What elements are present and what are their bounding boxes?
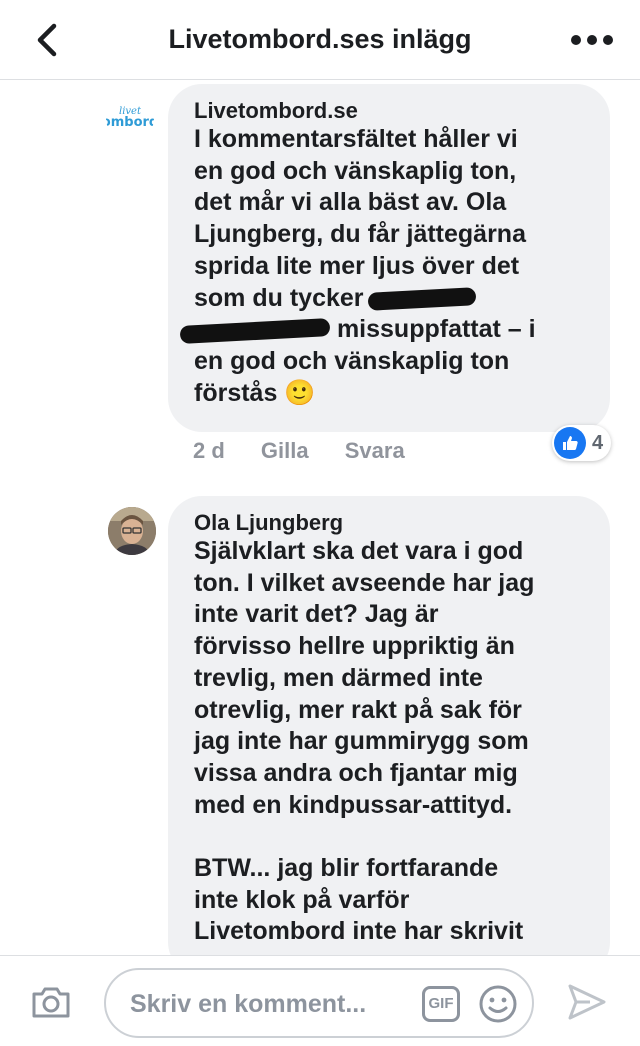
- smiley-emoji: 🙂: [284, 378, 316, 407]
- page-avatar[interactable]: livet ombord: [106, 94, 154, 142]
- like-reaction-icon: [554, 427, 586, 459]
- comment-input-placeholder: Skriv en komment...: [130, 990, 367, 1018]
- comment-input[interactable]: Skriv en komment... GIF: [104, 968, 534, 1038]
- reaction-summary[interactable]: 4: [552, 425, 612, 461]
- redaction-mark: [179, 317, 331, 344]
- reaction-count: 4: [592, 431, 604, 454]
- comment-bubble[interactable]: Ola Ljungberg Självklart ska det vara i …: [168, 496, 610, 976]
- comment-author[interactable]: Livetombord.se: [194, 98, 584, 124]
- send-icon[interactable]: [566, 982, 608, 1022]
- emoji-icon[interactable]: [478, 984, 518, 1024]
- page-title: Livetombord.ses inlägg: [168, 24, 472, 54]
- user-avatar[interactable]: [108, 507, 156, 555]
- gif-button[interactable]: GIF: [422, 986, 460, 1022]
- comment-text: I kommentarsfältet håller vi en god och …: [179, 124, 584, 409]
- livetombord-logo: livet ombord: [106, 106, 154, 130]
- comment-actions: 2 d Gilla Svara: [193, 438, 435, 464]
- comment-composer: Skriv en komment... GIF: [0, 955, 640, 1046]
- redaction-mark: [367, 287, 476, 311]
- profile-photo: [108, 507, 156, 555]
- svg-text:ombord: ombord: [106, 115, 154, 130]
- comment-author[interactable]: Ola Ljungberg: [194, 510, 584, 536]
- comment-timestamp: 2 d: [193, 438, 225, 463]
- camera-icon[interactable]: [30, 984, 72, 1020]
- comment-text: Självklart ska det vara i god ton. I vil…: [194, 537, 535, 946]
- reply-button[interactable]: Svara: [345, 438, 405, 463]
- more-options-icon[interactable]: [570, 30, 614, 50]
- top-bar: Livetombord.ses inlägg: [0, 0, 640, 80]
- comment-bubble[interactable]: Livetombord.se I kommentarsfältet håller…: [168, 84, 610, 432]
- like-button[interactable]: Gilla: [261, 438, 309, 463]
